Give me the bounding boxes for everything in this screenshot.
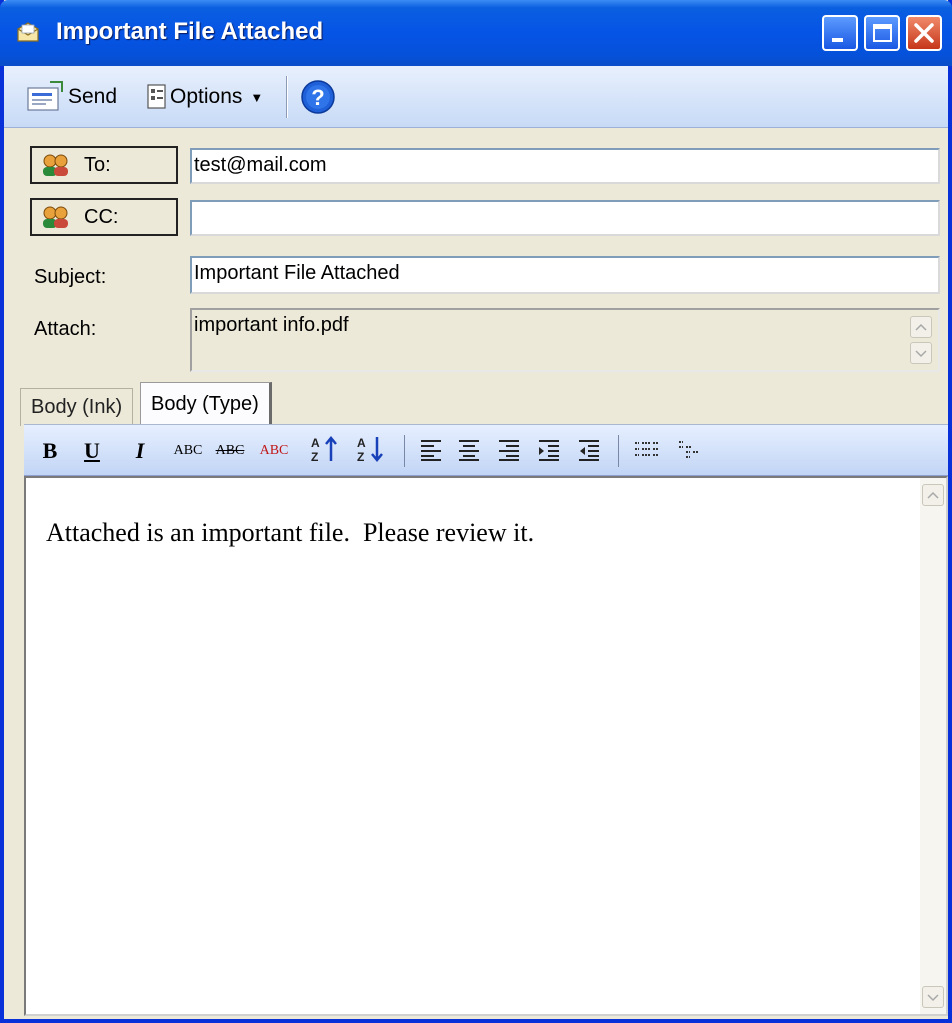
contacts-icon — [40, 205, 70, 229]
envelope-icon — [16, 21, 40, 43]
scroll-up-button[interactable] — [922, 484, 944, 506]
italic-button[interactable]: I — [128, 435, 152, 467]
to-label: To: — [84, 153, 111, 176]
options-icon — [146, 83, 168, 111]
align-center-icon — [456, 437, 482, 466]
contacts-icon — [40, 153, 70, 177]
toolbar-separator — [286, 76, 288, 118]
small-caps-button[interactable]: ABC — [170, 435, 206, 467]
tab-body-ink[interactable]: Body (Ink) — [20, 388, 134, 426]
indent-button[interactable] — [534, 435, 564, 467]
indent-icon — [536, 437, 562, 466]
align-left-icon — [418, 437, 444, 466]
align-center-button[interactable] — [454, 435, 484, 467]
attachments-list[interactable]: important info.pdf — [190, 308, 940, 372]
message-body-text[interactable]: Attached is an important file. Please re… — [46, 518, 534, 548]
outdent-button[interactable] — [574, 435, 604, 467]
italic-label: I — [135, 438, 145, 463]
tab-body-type[interactable]: Body (Type) — [140, 382, 272, 426]
svg-text:Z: Z — [357, 450, 364, 464]
numbered-list-icon — [632, 437, 662, 466]
sort-descending-icon: A Z — [355, 433, 387, 470]
subject-label: Subject: — [34, 266, 107, 288]
compose-window: Important File Attached Send Options ▼ ?… — [0, 0, 952, 1023]
format-separator — [404, 435, 405, 467]
small-caps-label: ABC — [173, 443, 203, 458]
font-color-label: ABC — [259, 443, 289, 458]
sort-descending-button[interactable]: A Z — [354, 435, 388, 467]
bold-label: B — [42, 438, 58, 463]
bulleted-list-button[interactable] — [674, 435, 708, 467]
send-label: Send — [68, 85, 118, 108]
formatting-toolbar: B U I ABC ABC ABC A Z A Z — [24, 424, 948, 476]
title-bar[interactable]: Important File Attached — [0, 0, 952, 66]
align-left-button[interactable] — [416, 435, 446, 467]
options-button[interactable]: Options ▼ — [146, 78, 263, 116]
outdent-icon — [576, 437, 602, 466]
svg-text:Z: Z — [311, 450, 318, 464]
attachment-item[interactable]: important info.pdf — [194, 314, 349, 336]
to-button[interactable]: To: — [30, 146, 178, 184]
scroll-down-button[interactable] — [910, 342, 932, 364]
font-color-button[interactable]: ABC — [254, 435, 294, 467]
subject-field[interactable]: Important File Attached — [190, 256, 940, 294]
to-field[interactable]: test@mail.com — [190, 148, 940, 184]
dropdown-arrow-icon: ▼ — [250, 89, 264, 105]
message-body-editor[interactable]: Attached is an important file. Please re… — [24, 476, 948, 1016]
align-right-button[interactable] — [494, 435, 524, 467]
cc-button[interactable]: CC: — [30, 198, 178, 236]
window-title: Important File Attached — [56, 18, 324, 45]
underline-label: U — [84, 438, 100, 463]
svg-text:A: A — [357, 436, 366, 450]
svg-text:?: ? — [311, 85, 324, 110]
tab-body-type-label: Body (Type) — [151, 393, 259, 415]
help-button[interactable]: ? — [300, 78, 336, 116]
close-button[interactable] — [906, 15, 942, 51]
minimize-button[interactable] — [822, 15, 858, 51]
send-button[interactable]: Send — [24, 78, 117, 116]
bold-button[interactable]: B — [38, 435, 62, 467]
sort-ascending-icon: A Z — [309, 433, 341, 470]
align-right-icon — [496, 437, 522, 466]
bulleted-list-icon — [676, 437, 706, 466]
underline-button[interactable]: U — [80, 435, 104, 467]
tab-body-ink-label: Body (Ink) — [31, 396, 123, 418]
help-icon: ? — [300, 79, 336, 115]
numbered-list-button[interactable] — [630, 435, 664, 467]
scroll-up-button[interactable] — [910, 316, 932, 338]
format-separator — [618, 435, 619, 467]
strikeout-label: ABC — [215, 443, 245, 458]
body-scrollbar[interactable] — [920, 478, 946, 1014]
send-icon — [24, 80, 64, 114]
attach-label: Attach: — [34, 318, 97, 340]
scroll-down-button[interactable] — [922, 986, 944, 1008]
strikeout-button[interactable]: ABC — [212, 435, 248, 467]
sort-ascending-button[interactable]: A Z — [308, 435, 342, 467]
cc-label: CC: — [84, 205, 119, 228]
maximize-button[interactable] — [864, 15, 900, 51]
svg-text:A: A — [311, 436, 320, 450]
options-label: Options — [170, 85, 243, 108]
cc-field[interactable] — [190, 200, 940, 236]
main-toolbar: Send Options ▼ ? — [4, 66, 948, 128]
